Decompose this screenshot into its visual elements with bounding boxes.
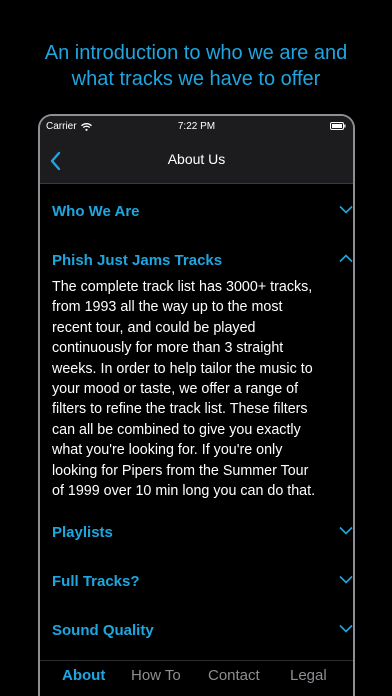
text-line: of 1999 over 10 min long you can do that… — [52, 483, 316, 500]
section-label: Who We Are — [52, 203, 140, 220]
chevron-down-icon — [339, 575, 353, 584]
device-frame: Carrier 7:22 PM About Us Who We Are Phis… — [38, 114, 355, 696]
section-phish-just-jams-tracks[interactable]: Phish Just Jams Tracks — [52, 248, 353, 274]
section-label: Playlists — [52, 524, 113, 541]
text-line: recent tour, and could be played — [52, 319, 256, 336]
headline-line-1: An introduction to who we are and — [44, 42, 348, 64]
text-line: can all be combined to give you exactly — [52, 421, 301, 438]
text-line: continuously for more than 3 straight — [52, 340, 284, 357]
section-who-we-are[interactable]: Who We Are — [52, 199, 353, 225]
navigation-bar: About Us — [40, 138, 353, 184]
chevron-down-icon — [339, 205, 353, 214]
status-bar: Carrier 7:22 PM — [40, 116, 353, 138]
section-playlists[interactable]: Playlists — [52, 520, 353, 546]
text-line: The complete track list has 3000+ tracks… — [52, 279, 313, 295]
section-label: Sound Quality — [52, 622, 154, 639]
section-full-tracks[interactable]: Full Tracks? — [52, 569, 353, 595]
section-body-text: The complete track list has 3000+ tracks… — [52, 277, 351, 501]
text-line: filters to refine the track list. These … — [52, 401, 308, 418]
tab-bar: About How To Contact Legal — [40, 660, 353, 696]
text-line: your mood or taste, we offer a range of — [52, 381, 299, 398]
tab-about[interactable]: About — [62, 667, 105, 684]
section-label: Full Tracks? — [52, 573, 140, 590]
tab-how-to[interactable]: How To — [131, 667, 181, 684]
chevron-down-icon — [339, 526, 353, 535]
nav-title: About Us — [167, 151, 226, 167]
text-line: from 1993 all the way up to the most — [52, 299, 283, 316]
section-label: Phish Just Jams Tracks — [52, 252, 223, 269]
section-sound-quality[interactable]: Sound Quality — [52, 618, 353, 644]
tab-legal[interactable]: Legal — [290, 667, 327, 684]
status-time: 7:22 PM — [177, 121, 216, 132]
chevron-up-icon — [339, 254, 353, 263]
battery-icon — [330, 122, 346, 130]
chevron-down-icon — [339, 624, 353, 633]
text-line: looking for Pipers from the Summer Tour — [52, 462, 309, 479]
text-line: weeks. In order to help tailor the music… — [52, 360, 313, 377]
text-line: what you're looking for. If you're only — [52, 442, 283, 459]
tab-contact[interactable]: Contact — [208, 667, 260, 684]
promo-headline: An introduction to who we are and what t… — [0, 40, 392, 92]
headline-line-2: what tracks we have to offer — [71, 68, 321, 90]
